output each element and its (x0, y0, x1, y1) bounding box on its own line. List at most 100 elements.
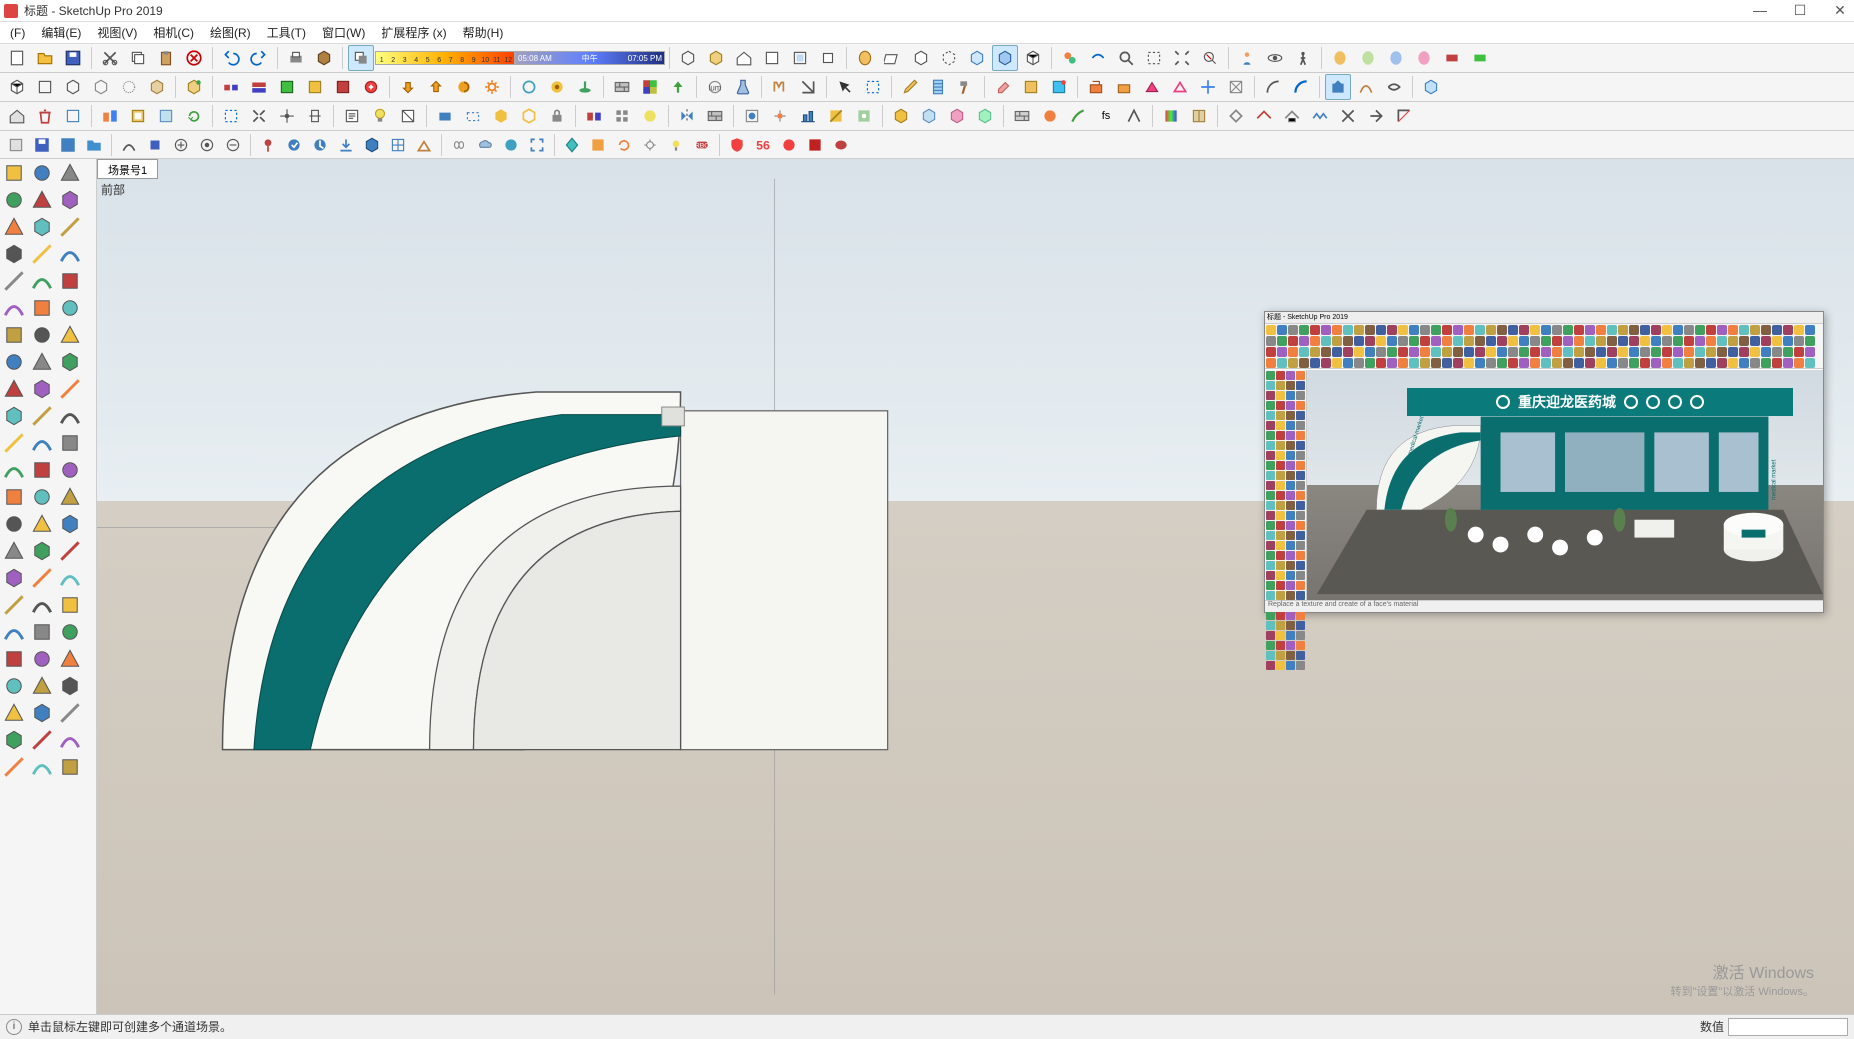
tool-button[interactable] (1018, 74, 1044, 100)
side-tool-button[interactable] (0, 348, 28, 375)
tool-button[interactable] (144, 74, 170, 100)
side-tool-button[interactable] (56, 402, 84, 429)
side-tool-button[interactable] (28, 456, 56, 483)
zoom-in-icon[interactable] (1113, 45, 1139, 71)
tool-button[interactable] (1325, 74, 1351, 100)
side-tool-button[interactable] (56, 645, 84, 672)
side-tool-button[interactable] (28, 510, 56, 537)
tool-button[interactable] (116, 74, 142, 100)
print-button[interactable] (283, 45, 309, 71)
tool-button[interactable] (1391, 103, 1417, 129)
side-tool-button[interactable] (56, 267, 84, 294)
save-button[interactable] (60, 45, 86, 71)
tool-button[interactable] (1355, 45, 1381, 71)
circle-minus-icon[interactable] (221, 133, 245, 157)
value-input[interactable] (1728, 1018, 1848, 1036)
side-tool-button[interactable] (56, 618, 84, 645)
gear-icon[interactable] (479, 74, 505, 100)
cut-button[interactable] (97, 45, 123, 71)
tool-button[interactable] (1223, 103, 1249, 129)
tool-button[interactable] (739, 103, 765, 129)
tool-button[interactable] (803, 133, 827, 157)
menu-view[interactable]: 视图(V) (91, 22, 143, 43)
side-tool-button[interactable] (56, 510, 84, 537)
paste-button[interactable] (153, 45, 179, 71)
tool-button[interactable] (1439, 45, 1465, 71)
side-tool-button[interactable] (0, 483, 28, 510)
brick-pattern-icon[interactable] (1009, 103, 1035, 129)
tool-button[interactable] (916, 103, 942, 129)
roof-icon[interactable] (1251, 103, 1277, 129)
tool-button[interactable] (936, 45, 962, 71)
time-slider[interactable]: 05:08 AM 中午 07:05 PM (515, 51, 665, 65)
side-tool-button[interactable] (56, 294, 84, 321)
tool-button[interactable] (1335, 103, 1361, 129)
tool-button[interactable] (302, 103, 328, 129)
tool-button[interactable] (1381, 74, 1407, 100)
side-tool-button[interactable] (56, 429, 84, 456)
house-icon[interactable] (731, 45, 757, 71)
maximize-button[interactable]: ☐ (1790, 2, 1810, 19)
side-tool-button[interactable] (0, 672, 28, 699)
circle-plus-icon[interactable] (169, 133, 193, 157)
tool-button[interactable] (1383, 45, 1409, 71)
side-tool-button[interactable] (0, 267, 28, 294)
tool-button[interactable] (703, 45, 729, 71)
side-tool-button[interactable] (56, 672, 84, 699)
tool-button[interactable] (1139, 74, 1165, 100)
side-tool-button[interactable] (28, 591, 56, 618)
side-tool-button[interactable] (28, 240, 56, 267)
side-tool-button[interactable] (56, 591, 84, 618)
side-tool-button[interactable] (0, 375, 28, 402)
mirror-icon[interactable] (674, 103, 700, 129)
tool-button[interactable] (97, 103, 123, 129)
tool-button[interactable] (1363, 103, 1389, 129)
tool-button[interactable] (972, 103, 998, 129)
ref-titlebar[interactable]: 标题 - SketchUp Pro 2019 (1265, 312, 1823, 324)
model-info-button[interactable] (311, 45, 337, 71)
fullscreen-icon[interactable] (525, 133, 549, 157)
tool-button[interactable] (1037, 103, 1063, 129)
tool-button[interactable] (423, 74, 449, 100)
tool-button[interactable] (702, 103, 728, 129)
side-tool-button[interactable] (56, 564, 84, 591)
side-tool-button[interactable] (56, 375, 84, 402)
arrow-up-icon[interactable] (665, 74, 691, 100)
side-tool-button[interactable] (28, 375, 56, 402)
tool-button[interactable] (944, 103, 970, 129)
walk-icon[interactable] (1290, 45, 1316, 71)
chain-icon[interactable] (447, 133, 471, 157)
side-tool-button[interactable] (0, 186, 28, 213)
select-icon[interactable] (832, 74, 858, 100)
tool-button[interactable] (274, 103, 300, 129)
tool-button[interactable] (1085, 45, 1111, 71)
side-tool-button[interactable] (0, 753, 28, 780)
lock-icon[interactable] (544, 103, 570, 129)
tool-button[interactable] (1057, 45, 1083, 71)
side-tool-button[interactable] (0, 564, 28, 591)
circle-dot-icon[interactable] (195, 133, 219, 157)
close-button[interactable]: ✕ (1830, 2, 1850, 19)
tool-button[interactable] (787, 45, 813, 71)
menu-file[interactable]: (F) (4, 24, 31, 42)
eraser-icon[interactable] (990, 74, 1016, 100)
zigzag-icon[interactable] (1307, 103, 1333, 129)
arc-icon[interactable] (1260, 74, 1286, 100)
pin-icon[interactable] (256, 133, 280, 157)
tool-button[interactable] (675, 45, 701, 71)
side-tool-button[interactable] (0, 510, 28, 537)
tool-button[interactable] (460, 103, 486, 129)
tool-button[interactable] (795, 74, 821, 100)
home-icon[interactable] (4, 103, 30, 129)
tool-button[interactable] (888, 103, 914, 129)
side-tool-button[interactable] (0, 159, 28, 186)
expand-icon[interactable] (246, 103, 272, 129)
side-tool-button[interactable] (56, 159, 84, 186)
menu-tools[interactable]: 工具(T) (261, 22, 312, 43)
tool-button[interactable] (218, 74, 244, 100)
tool-button[interactable] (1083, 74, 1109, 100)
tool-button[interactable] (330, 74, 356, 100)
brick-icon[interactable] (609, 74, 635, 100)
side-tool-button[interactable] (28, 267, 56, 294)
tool-button[interactable] (815, 45, 841, 71)
